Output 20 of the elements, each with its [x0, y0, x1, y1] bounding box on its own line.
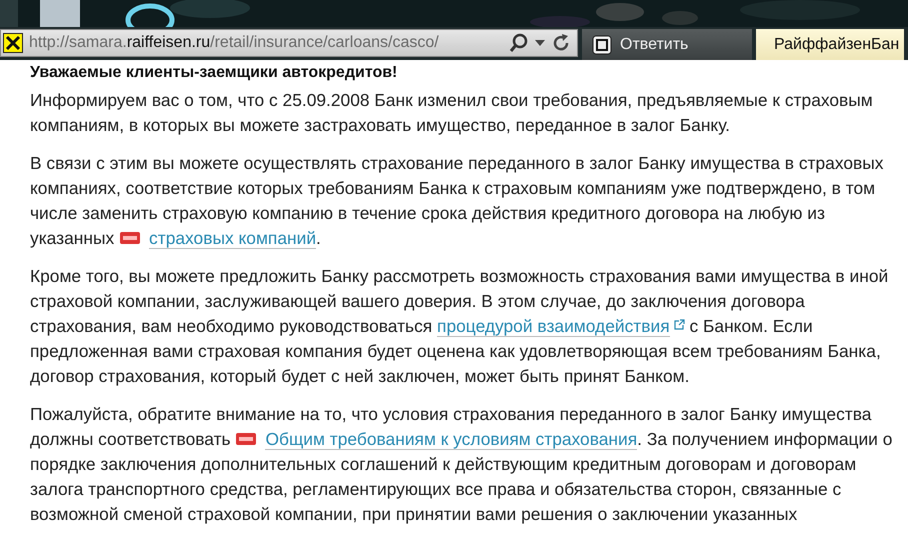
caret-icon[interactable] [535, 40, 545, 46]
external-link-icon [674, 319, 685, 330]
browser-tab[interactable]: РайффайзенБан [756, 29, 904, 60]
heading: Уважаемые клиенты-заемщики автокредитов! [30, 64, 398, 82]
pdf-icon [235, 432, 258, 446]
address-bar[interactable]: http://samara.raiffeisen.ru/retail/insurance/carloans/casco/ [0, 29, 578, 57]
paragraph: Информируем вас о том, что с 25.09.2008 Банк изменил свои требования, предъявляемые к страховым компаниям, в которых вы можете застраховать имущество, переданное в залог Банку. [30, 89, 874, 137]
bank-logo-icon [3, 33, 23, 53]
search-icon[interactable] [509, 33, 529, 53]
paragraph: В связи с этим вы можете осуществлять страхование переданного в залог Банку имущества в страховых компаниях, соответствие которых требованиям Банка к страховым компаниям уже подтверждено, в том числе заменить страховую компанию в течение срока действия кредитного договора на любую из указанных страховых компаний. [30, 152, 884, 251]
reply-icon [592, 34, 612, 54]
document-link[interactable]: страховых компаний [149, 228, 316, 249]
refresh-icon[interactable] [551, 33, 571, 53]
document-link[interactable]: Общим требованиям к условиям страхования [265, 429, 638, 450]
browser-tab[interactable]: Ответить [582, 29, 752, 60]
url-text: http://samara.raiffeisen.ru/retail/insurance/carloans/casco/ [29, 34, 440, 52]
text-link[interactable]: процедурой взаимодействия [437, 316, 670, 337]
paragraph: Кроме того, вы можете предложить Банку рассмотреть возможность страхования вами имущества в иной страховой компании, заслуживающей вашего доверия. В этом случае, до заключения договора страхования, вам необходимо руководствоваться процедурой взаимодействия с Банком. Если предложенная вами страховая компания будет оценена как удовлетворяющая всем требованиям Банка, договор страхования, который будет с ней заключен, может быть принят Банком. [30, 265, 890, 388]
paragraph: Пожалуйста, обратите внимание на то, что условия страхования переданного в залог Банку имущества должны соответствовать Общим требованиям к условиям страхования. За получением информации о порядке заключения дополнительных соглашений к действующим кредитным договорам и договорам залога транспортного средства, регламентирующих все права и обязательства сторон, связанные с возможной сменой страховой компании, при принятии вами решения о заключении указанных [30, 403, 894, 526]
pdf-icon [119, 231, 142, 245]
